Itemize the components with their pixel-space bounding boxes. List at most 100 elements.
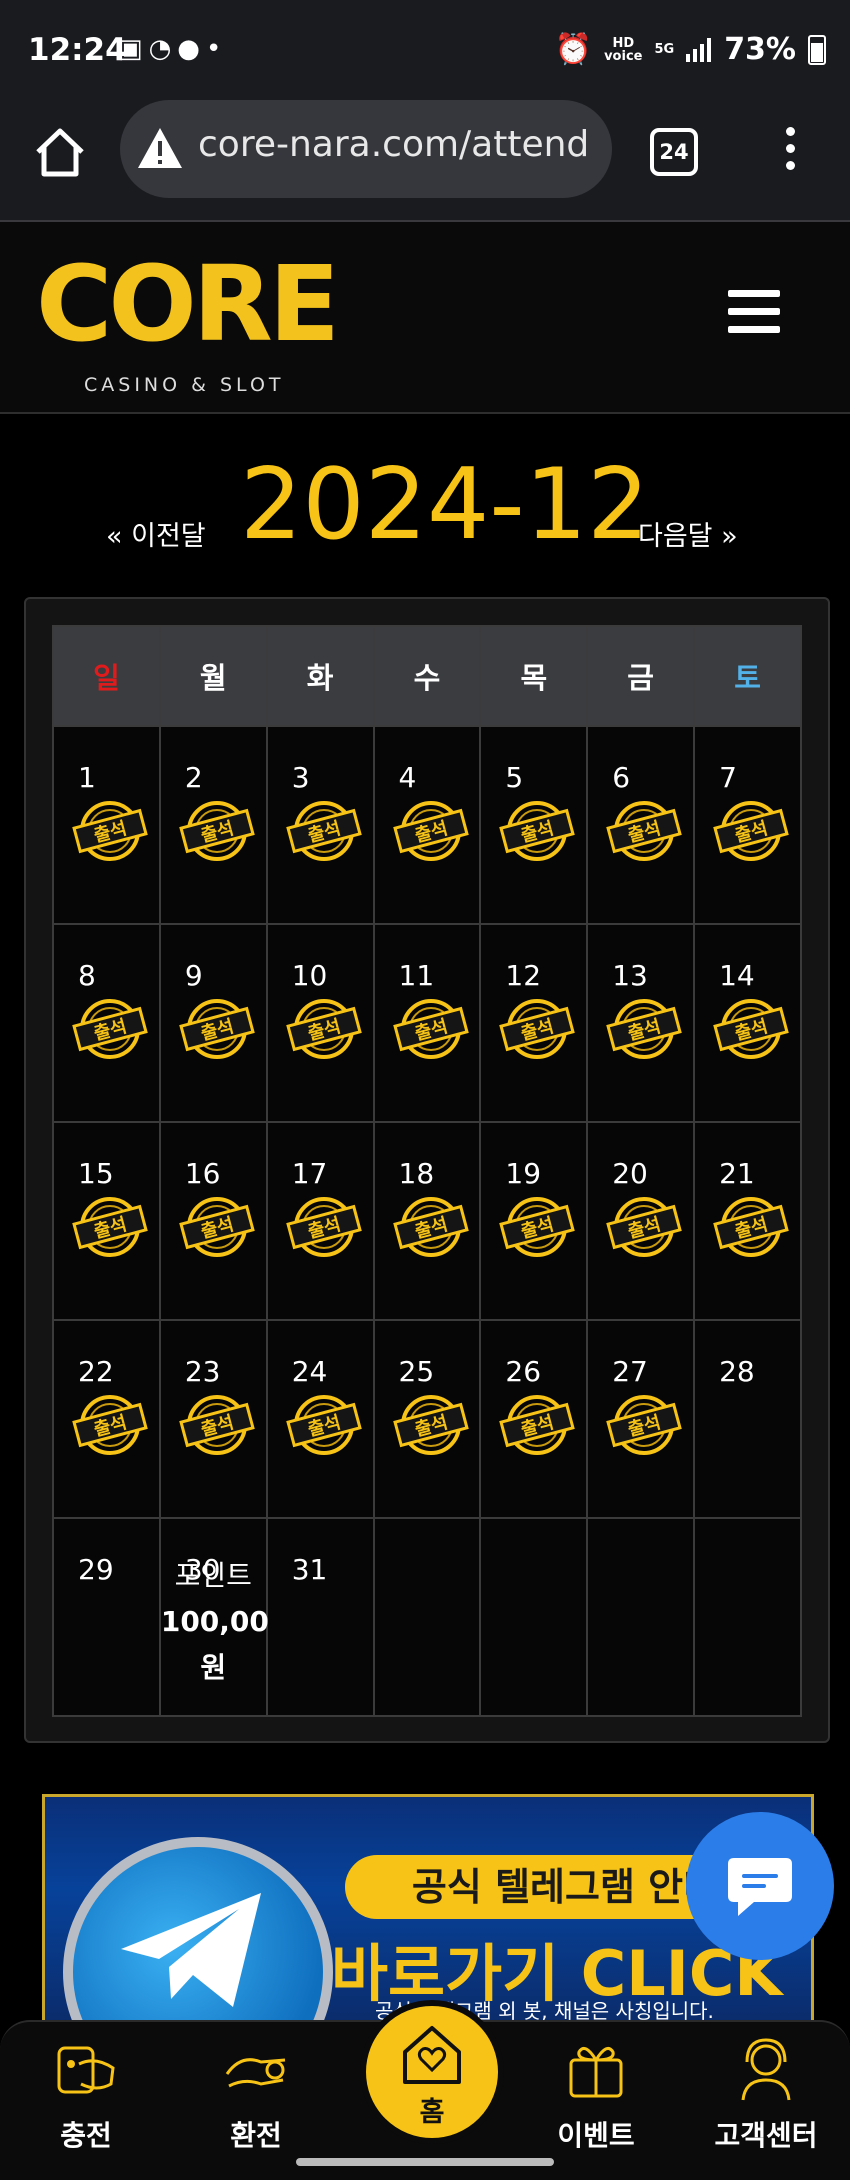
weekday-tue: 화 (265, 625, 375, 727)
calendar-grid: 일 월 화 수 목 금 토 1 출석 2 출석 3 출석 4 출석 5 출석 6 출석 7 출석 8 출석 9 출… (52, 625, 802, 1717)
calendar-body: 1 출석 2 출석 3 출석 4 출석 5 출석 6 출석 7 출석 8 출석 9 출석 10 출석 11 출석 12 출석 1… (52, 725, 802, 1717)
weekday-wed: 수 (372, 625, 482, 727)
calendar-day-7[interactable]: 7 출석 (693, 725, 802, 925)
day-number: 31 (291, 1553, 328, 1586)
attendance-stamp-icon: 출석 (713, 797, 789, 865)
calendar-day-20[interactable]: 20 출석 (586, 1121, 696, 1321)
site-logo[interactable]: CORE CASINO & SLOT (36, 252, 340, 396)
battery-icon (808, 34, 826, 65)
attendance-stamp-icon: 출석 (499, 797, 576, 865)
gesture-handle (296, 2158, 554, 2166)
calendar-day-8[interactable]: 8 출석 (52, 923, 161, 1123)
weekday-header-row: 일 월 화 수 목 금 토 (52, 625, 802, 727)
weekday-sun: 일 (52, 625, 161, 727)
calendar-day-26[interactable]: 26 출석 (479, 1319, 589, 1519)
day-number: 6 (612, 761, 631, 794)
day-number: 28 (719, 1355, 755, 1388)
attendance-stamp-icon: 출석 (72, 1193, 148, 1261)
day-number: 22 (78, 1355, 114, 1388)
nav-support-label: 고객센터 (714, 2119, 818, 2152)
image-icon: ▣ (118, 34, 149, 64)
attendance-stamp-icon: 출석 (499, 1193, 576, 1261)
reward-line: 100,000 (160, 1605, 289, 1638)
home-icon[interactable] (30, 122, 90, 182)
day-number: 10 (291, 959, 328, 992)
day-number: 13 (612, 959, 648, 992)
nav-support[interactable]: 고객센터 (706, 2034, 826, 2154)
calendar-day-13[interactable]: 13 출석 (586, 923, 696, 1123)
calendar-week-row: 22 출석 23 출석 24 출석 25 출석 26 출석 27 출석 28 (52, 1319, 802, 1519)
calendar-day-5[interactable]: 5 출석 (479, 725, 589, 925)
attendance-stamp-icon: 출석 (606, 797, 683, 865)
day-number: 8 (78, 959, 96, 992)
withdraw-icon (225, 2058, 286, 2088)
day-number: 16 (184, 1157, 221, 1190)
calendar-empty-cell (479, 1517, 589, 1717)
calendar-day-4[interactable]: 4 출석 (372, 725, 482, 925)
attendance-stamp-icon: 출석 (606, 1193, 683, 1261)
calendar-day-23[interactable]: 23 출석 (158, 1319, 268, 1519)
live-chat-button[interactable] (686, 1812, 834, 1960)
next-month-link[interactable]: 다음달 » (638, 514, 738, 553)
calendar-day-31[interactable]: 31 (265, 1517, 375, 1717)
calendar-day-21[interactable]: 21 출석 (693, 1121, 802, 1321)
weekday-sat: 토 (693, 625, 802, 727)
browser-toolbar: core-nara.com/attend 24 (0, 100, 850, 222)
attendance-stamp-icon: 출석 (713, 1193, 789, 1261)
calendar-day-19[interactable]: 19 출석 (479, 1121, 589, 1321)
tab-switcher-button[interactable]: 24 (650, 128, 698, 176)
attendance-stamp-icon: 출석 (606, 995, 683, 1063)
message-icon: ● (177, 34, 206, 64)
nav-event[interactable]: 이벤트 (536, 2034, 656, 2154)
calendar-day-1[interactable]: 1 출석 (52, 725, 161, 925)
calendar-day-15[interactable]: 15 출석 (52, 1121, 161, 1321)
calendar-day-30[interactable]: 포인트 100,000 원 30 (158, 1517, 289, 1717)
calendar-day-16[interactable]: 16 출석 (158, 1121, 268, 1321)
bottom-navigation: 충전 환전 홈 이벤트 고객센터 (0, 2000, 850, 2180)
hamburger-menu-icon[interactable] (728, 290, 780, 338)
attendance-stamp-icon: 출석 (72, 995, 148, 1063)
nav-deposit[interactable]: 충전 (26, 2034, 146, 2154)
address-bar[interactable]: core-nara.com/attend (120, 100, 612, 198)
hd-voice-icon: HD voice (604, 35, 643, 64)
calendar-day-12[interactable]: 12 출석 (479, 923, 589, 1123)
calendar-day-29[interactable]: 29 (52, 1517, 161, 1717)
calendar-day-22[interactable]: 22 출석 (52, 1319, 161, 1519)
calendar-day-9[interactable]: 9 출석 (158, 923, 268, 1123)
day-number: 18 (398, 1157, 435, 1190)
nav-withdraw-label: 환전 (230, 2119, 282, 2152)
attendance-stamp-icon: 출석 (72, 797, 148, 865)
day-number: 30 (184, 1553, 221, 1586)
chat-bubble-icon (728, 1858, 792, 1916)
attendance-stamp-icon: 출석 (499, 1391, 576, 1459)
nav-withdraw[interactable]: 환전 (196, 2034, 316, 2154)
nav-home[interactable]: 홈 (360, 2000, 504, 2144)
day-number: 15 (78, 1157, 114, 1190)
day-number: 7 (719, 761, 737, 794)
alarm-icon: ⏰ (554, 32, 593, 67)
attendance-stamp-icon: 출석 (179, 1391, 255, 1459)
calendar-day-6[interactable]: 6 출석 (586, 725, 696, 925)
calendar-day-25[interactable]: 25 출석 (372, 1319, 482, 1519)
calendar-empty-cell (693, 1517, 802, 1717)
calendar-day-11[interactable]: 11 출석 (372, 923, 482, 1123)
calendar-day-10[interactable]: 10 출석 (265, 923, 375, 1123)
calendar-day-14[interactable]: 14 출석 (693, 923, 802, 1123)
calendar-day-3[interactable]: 3 출석 (265, 725, 375, 925)
more-menu-icon[interactable] (774, 122, 806, 182)
calendar-day-18[interactable]: 18 출석 (372, 1121, 482, 1321)
status-right: ⏰ HD voice 5G 73% (555, 32, 826, 67)
day-number: 11 (398, 959, 435, 992)
calendar-day-24[interactable]: 24 출석 (265, 1319, 375, 1519)
telegram-logo (63, 1837, 333, 2027)
calendar-day-17[interactable]: 17 출석 (265, 1121, 375, 1321)
nav-event-label: 이벤트 (557, 2119, 635, 2152)
prev-month-link[interactable]: « 이전달 (106, 514, 206, 553)
weekday-fri: 금 (586, 625, 696, 727)
calendar-day-28[interactable]: 28 (693, 1319, 802, 1519)
dot-icon: • (205, 34, 228, 64)
day-number: 29 (78, 1553, 114, 1586)
day-number: 27 (612, 1355, 648, 1388)
calendar-day-27[interactable]: 27 출석 (586, 1319, 696, 1519)
calendar-day-2[interactable]: 2 출석 (158, 725, 268, 925)
